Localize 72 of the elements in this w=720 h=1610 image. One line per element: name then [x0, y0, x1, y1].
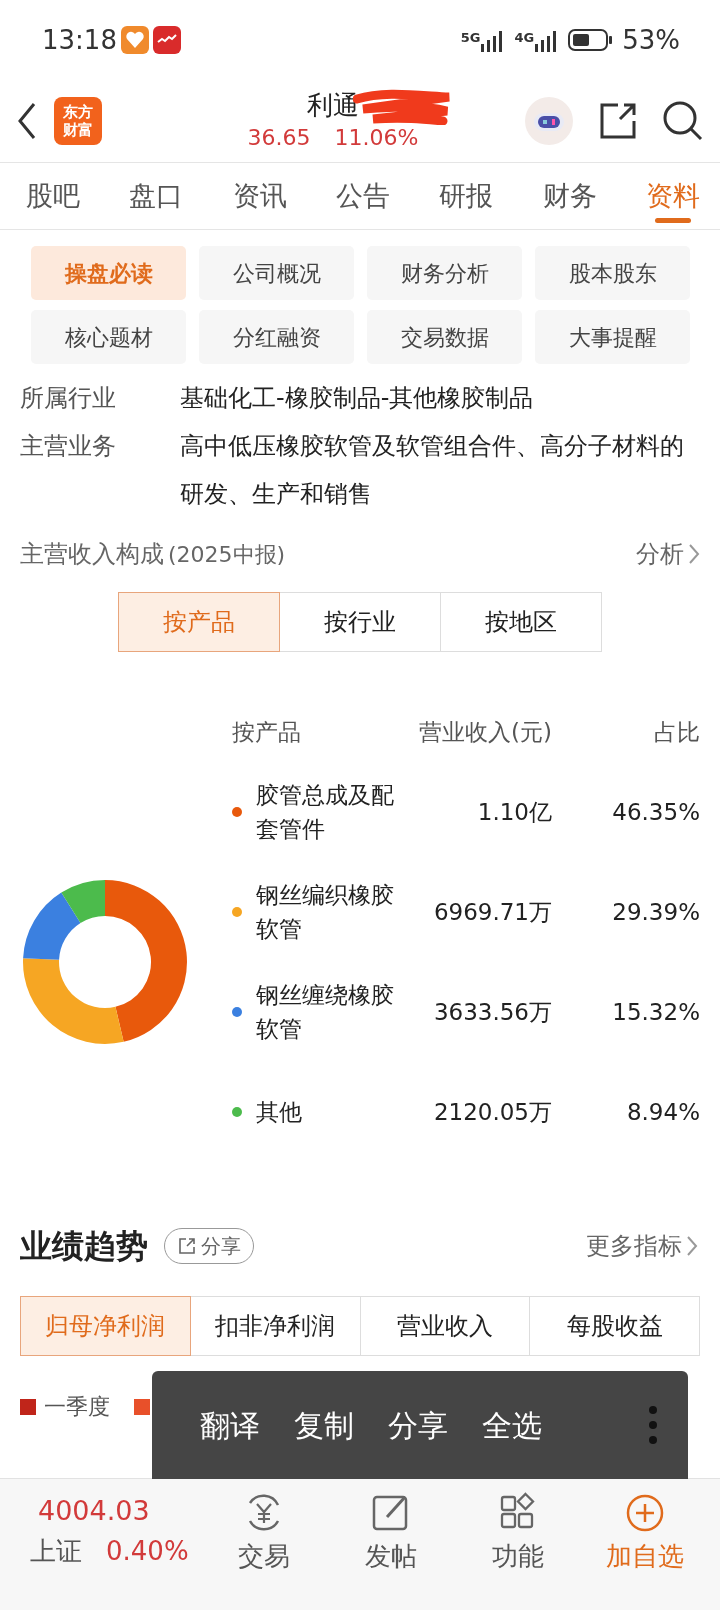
analysis-link[interactable]: 分析	[636, 536, 700, 572]
legend-label: 一季度	[44, 1393, 110, 1421]
chevron-right-icon	[686, 1235, 698, 1257]
info-value: 高中低压橡胶软管及软管组合件、高分子材料的研发、生产和销售	[180, 431, 685, 510]
index-value: 4004.03	[38, 1494, 151, 1528]
network-label: 4G	[514, 29, 535, 47]
metric-tab[interactable]: 扣非净利润	[190, 1296, 361, 1356]
share-button[interactable]: 分享	[164, 1228, 254, 1264]
toolbar-button[interactable]: 功能	[454, 1491, 581, 1576]
search-icon[interactable]	[662, 100, 704, 142]
back-icon[interactable]	[16, 101, 38, 141]
network-label: 5G	[460, 29, 481, 47]
menu-item[interactable]: 分享	[388, 1402, 448, 1448]
price-change: 11.06%	[334, 123, 419, 152]
segment-tab[interactable]: 按地区	[441, 592, 602, 652]
tab[interactable]: 股吧	[26, 163, 80, 229]
tab[interactable]: 财务	[542, 163, 597, 229]
stock-price: 36.65	[247, 123, 311, 152]
stock-name: 利通	[307, 89, 359, 120]
product-name: 钢丝编织橡胶软管	[256, 880, 395, 944]
revenue-value: 3633.56万	[433, 997, 552, 1027]
share-value: 29.39%	[612, 897, 700, 927]
section-button[interactable]: 核心题材	[31, 310, 186, 364]
segment-tab[interactable]: 按行业	[280, 592, 441, 652]
robot-assistant-icon[interactable]	[524, 96, 574, 146]
section-button[interactable]: 交易数据	[367, 310, 522, 364]
info-value: 基础化工-橡胶制品-其他橡胶制品	[180, 383, 535, 414]
column-header: 营业收入(元)	[418, 717, 552, 747]
column-header: 按产品	[232, 717, 302, 747]
info-label: 主营业务	[20, 431, 117, 462]
share-value: 46.35%	[612, 797, 700, 827]
clock-time: 13:18	[42, 23, 117, 57]
tab[interactable]: 研报	[439, 163, 494, 229]
toolbar-button[interactable]: 发帖	[327, 1491, 454, 1576]
tab[interactable]: 公告	[336, 163, 390, 229]
revenue-value: 6969.71万	[433, 897, 552, 927]
section-title: 业绩趋势	[20, 1226, 148, 1267]
battery-icon	[568, 28, 615, 52]
metric-tab[interactable]: 营业收入	[360, 1296, 531, 1356]
section-title: 主营收入构成	[20, 539, 164, 570]
menu-item[interactable]: 翻译	[200, 1402, 260, 1448]
product-name: 其他	[256, 1097, 303, 1127]
index-name: 上证	[30, 1534, 82, 1568]
battery-percent: 53%	[622, 23, 680, 57]
menu-item[interactable]: 全选	[482, 1402, 542, 1448]
info-label: 所属行业	[20, 383, 117, 414]
section-button[interactable]: 分红融资	[199, 310, 354, 364]
section-button[interactable]: 财务分析	[367, 246, 522, 300]
toolbar-button[interactable]: 交易	[200, 1491, 327, 1576]
tab[interactable]: 资讯	[232, 163, 287, 229]
heart-app-icon	[120, 26, 149, 54]
product-name: 胶管总成及配套管件	[256, 780, 395, 844]
chart-app-icon	[152, 26, 181, 54]
menu-item[interactable]: 复制	[294, 1402, 354, 1448]
revenue-value: 2120.05万	[433, 1097, 552, 1127]
tab[interactable]: 盘口	[129, 163, 184, 229]
share-value: 8.94%	[626, 1097, 700, 1127]
app-logo: 东方 财富	[54, 97, 102, 145]
product-name: 钢丝缠绕橡胶软管	[256, 980, 395, 1044]
section-button[interactable]: 公司概况	[199, 246, 354, 300]
more-indicators-link[interactable]: 更多指标	[586, 1228, 698, 1264]
revenue-value: 1.10亿	[477, 797, 552, 827]
metric-tab[interactable]: 每股收益	[530, 1296, 700, 1356]
index-change: 0.40%	[106, 1534, 189, 1568]
chevron-right-icon	[688, 543, 700, 565]
share-icon[interactable]	[598, 101, 638, 141]
report-period: (2025中报)	[168, 540, 286, 569]
column-header: 占比	[653, 717, 700, 747]
section-button[interactable]: 股本股东	[535, 246, 690, 300]
share-value: 15.32%	[612, 997, 700, 1027]
section-button[interactable]: 大事提醒	[535, 310, 690, 364]
share-icon	[177, 1236, 197, 1256]
